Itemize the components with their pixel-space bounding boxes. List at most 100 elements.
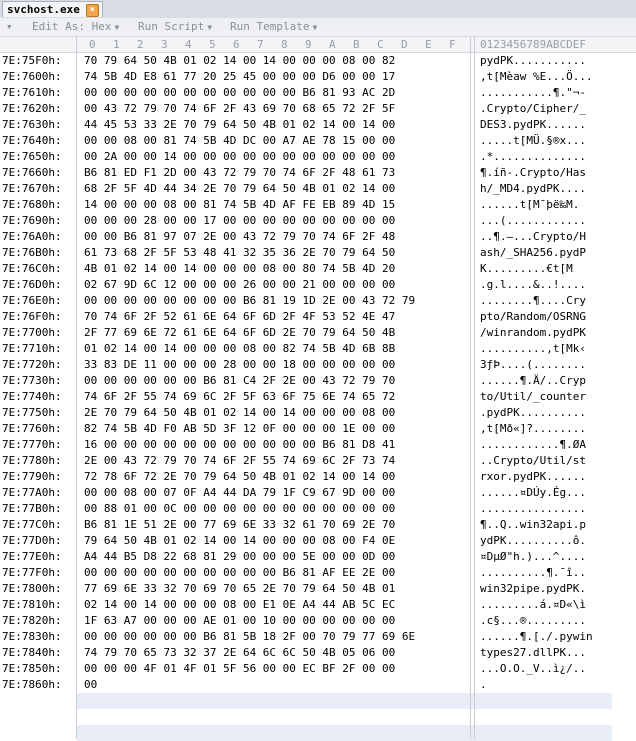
hex-row[interactable]: 7E:7620h: 00 43 72 79 70 74 6F 2F 43 69 7… — [0, 101, 636, 117]
hex-row[interactable]: 7E:77A0h: 00 00 08 00 07 0F A4 44 DA 79 1… — [0, 485, 636, 501]
row-hex-bytes[interactable]: 00 00 00 00 00 00 B6 81 C4 2F 2E 00 43 7… — [84, 373, 395, 389]
hex-row[interactable]: 7E:7710h: 01 02 14 00 14 00 00 00 08 00 8… — [0, 341, 636, 357]
row-hex-bytes[interactable]: 00 00 00 00 00 00 00 00 00 00 B6 81 AF E… — [84, 565, 395, 581]
run-template-menu[interactable]: Run Template ▼ — [230, 18, 317, 37]
row-ascii[interactable]: ydPK..........ô. — [480, 533, 586, 549]
row-ascii[interactable]: h/_MD4.pydPK.... — [480, 181, 586, 197]
row-ascii[interactable]: .Crypto/Cipher/_ — [480, 101, 586, 117]
file-tab[interactable]: svchost.exe × — [2, 1, 103, 17]
row-ascii[interactable]: ..Crypto/Util/st — [480, 453, 586, 469]
hex-row[interactable]: 7E:7660h: B6 81 ED F1 2D 00 43 72 79 70 7… — [0, 165, 636, 181]
hex-row[interactable]: 7E:76C0h: 4B 01 02 14 00 14 00 00 00 08 0… — [0, 261, 636, 277]
row-hex-bytes[interactable]: 01 02 14 00 14 00 00 00 08 00 82 74 5B 4… — [84, 341, 395, 357]
row-ascii[interactable]: ......¤DÚy.Ég... — [480, 485, 586, 501]
hex-row[interactable]: 7E:7830h: 00 00 00 00 00 00 B6 81 5B 18 2… — [0, 629, 636, 645]
row-hex-bytes[interactable]: 00 00 B6 81 97 07 2E 00 43 72 79 70 74 6… — [84, 229, 395, 245]
row-hex-bytes[interactable]: 00 — [84, 677, 97, 693]
row-ascii[interactable]: ......t[M¯þë‰M. — [480, 197, 579, 213]
row-hex-bytes[interactable]: 79 64 50 4B 01 02 14 00 14 00 00 00 08 0… — [84, 533, 395, 549]
row-hex-bytes[interactable]: 00 00 08 00 81 74 5B 4D DC 00 A7 AE 78 1… — [84, 133, 395, 149]
row-ascii[interactable]: ............¶.ØA — [480, 437, 586, 453]
row-hex-bytes[interactable]: A4 44 B5 D8 22 68 81 29 00 00 00 5E 00 0… — [84, 549, 395, 565]
row-ascii[interactable]: K.........€t[M — [480, 261, 579, 277]
row-ascii[interactable]: 3ƒÞ....(........ — [480, 357, 586, 373]
hex-row[interactable]: 7E:7790h: 72 78 6F 72 2E 70 79 64 50 4B 0… — [0, 469, 636, 485]
hex-row[interactable]: 7E:75F0h: 70 79 64 50 4B 01 02 14 00 14 0… — [0, 53, 636, 69]
hex-row[interactable]: 7E:76A0h: 00 00 B6 81 97 07 2E 00 43 72 7… — [0, 229, 636, 245]
row-ascii[interactable]: ,t[Mèaw %E...Ö... — [480, 69, 593, 85]
hex-row[interactable]: 7E:7850h: 00 00 00 4F 01 4F 01 5F 56 00 0… — [0, 661, 636, 677]
row-ascii[interactable]: types27.dllPK... — [480, 645, 586, 661]
row-ascii[interactable]: .g.l....&..!.... — [480, 277, 586, 293]
row-ascii[interactable]: ...(............ — [480, 213, 586, 229]
row-hex-bytes[interactable]: 4B 01 02 14 00 14 00 00 00 08 00 80 74 5… — [84, 261, 395, 277]
row-ascii[interactable]: ,t[Mð«]?........ — [480, 421, 586, 437]
row-ascii[interactable]: .....t[MÜ.§®x... — [480, 133, 586, 149]
hex-row[interactable]: 7E:7670h: 68 2F 5F 4D 44 34 2E 70 79 64 5… — [0, 181, 636, 197]
hex-row[interactable]: 7E:77D0h: 79 64 50 4B 01 02 14 00 14 00 0… — [0, 533, 636, 549]
row-ascii[interactable]: ..¶.—...Crypto/H — [480, 229, 586, 245]
hex-row[interactable]: 7E:7750h: 2E 70 79 64 50 4B 01 02 14 00 1… — [0, 405, 636, 421]
hex-row[interactable]: 7E:76F0h: 70 74 6F 2F 52 61 6E 64 6F 6D 2… — [0, 309, 636, 325]
hex-row[interactable]: 7E:7630h: 44 45 53 33 2E 70 79 64 50 4B 0… — [0, 117, 636, 133]
row-ascii[interactable]: . — [480, 677, 487, 693]
hex-row[interactable]: 7E:77E0h: A4 44 B5 D8 22 68 81 29 00 00 0… — [0, 549, 636, 565]
row-hex-bytes[interactable]: 82 74 5B 4D F0 AB 5D 3F 12 0F 00 00 00 1… — [84, 421, 395, 437]
hex-row[interactable]: 7E:7700h: 2F 77 69 6E 72 61 6E 64 6F 6D 2… — [0, 325, 636, 341]
row-hex-bytes[interactable]: 16 00 00 00 00 00 00 00 00 00 00 00 B6 8… — [84, 437, 395, 453]
row-ascii[interactable]: win32pipe.pydPK. — [480, 581, 586, 597]
row-ascii[interactable]: DES3.pydPK...... — [480, 117, 586, 133]
row-hex-bytes[interactable]: 74 79 70 65 73 32 37 2E 64 6C 6C 50 4B 0… — [84, 645, 395, 661]
row-hex-bytes[interactable]: 2F 77 69 6E 72 61 6E 64 6F 6D 2E 70 79 6… — [84, 325, 395, 341]
hex-row[interactable]: 7E:7690h: 00 00 00 28 00 00 17 00 00 00 0… — [0, 213, 636, 229]
edit-as-menu[interactable]: Edit As: Hex ▼ — [32, 18, 119, 37]
row-hex-bytes[interactable]: 02 67 9D 6C 12 00 00 00 26 00 00 21 00 0… — [84, 277, 395, 293]
hex-row[interactable]: 7E:7820h: 1F 63 A7 00 00 00 AE 01 00 10 0… — [0, 613, 636, 629]
row-hex-bytes[interactable]: 00 00 00 28 00 00 17 00 00 00 00 00 00 0… — [84, 213, 395, 229]
row-hex-bytes[interactable]: 61 73 68 2F 5F 53 48 41 32 35 36 2E 70 7… — [84, 245, 395, 261]
hex-row[interactable]: 7E:77F0h: 00 00 00 00 00 00 00 00 00 00 B… — [0, 565, 636, 581]
row-hex-bytes[interactable]: 1F 63 A7 00 00 00 AE 01 00 10 00 00 00 0… — [84, 613, 395, 629]
hex-row[interactable]: 7E:76D0h: 02 67 9D 6C 12 00 00 00 26 00 0… — [0, 277, 636, 293]
row-hex-bytes[interactable]: 2E 00 43 72 79 70 74 6F 2F 55 74 69 6C 2… — [84, 453, 395, 469]
hex-row[interactable]: 7E:77C0h: B6 81 1E 51 2E 00 77 69 6E 33 3… — [0, 517, 636, 533]
row-ascii[interactable]: ...........¶."¬- — [480, 85, 586, 101]
row-hex-bytes[interactable]: 00 00 00 4F 01 4F 01 5F 56 00 00 EC BF 2… — [84, 661, 395, 677]
row-hex-bytes[interactable]: 72 78 6F 72 2E 70 79 64 50 4B 01 02 14 0… — [84, 469, 395, 485]
row-hex-bytes[interactable]: 68 2F 5F 4D 44 34 2E 70 79 64 50 4B 01 0… — [84, 181, 395, 197]
row-ascii[interactable]: ................ — [480, 501, 586, 517]
hex-row[interactable]: 7E:7780h: 2E 00 43 72 79 70 74 6F 2F 55 7… — [0, 453, 636, 469]
hex-row[interactable]: 7E:7760h: 82 74 5B 4D F0 AB 5D 3F 12 0F 0… — [0, 421, 636, 437]
hex-row[interactable]: 7E:7800h: 77 69 6E 33 32 70 69 70 65 2E 7… — [0, 581, 636, 597]
row-ascii[interactable]: .*.............. — [480, 149, 586, 165]
row-hex-bytes[interactable]: 77 69 6E 33 32 70 69 70 65 2E 70 79 64 5… — [84, 581, 395, 597]
row-hex-bytes[interactable]: 2E 70 79 64 50 4B 01 02 14 00 14 00 00 0… — [84, 405, 395, 421]
row-hex-bytes[interactable]: 00 43 72 79 70 74 6F 2F 43 69 70 68 65 7… — [84, 101, 395, 117]
row-ascii[interactable]: ..........,t[Mk‹ — [480, 341, 586, 357]
row-hex-bytes[interactable]: B6 81 ED F1 2D 00 43 72 79 70 74 6F 2F 4… — [84, 165, 395, 181]
row-ascii[interactable]: to/Util/_counter — [480, 389, 586, 405]
row-ascii[interactable]: ¤DµØ"h.)...^.... — [480, 549, 586, 565]
row-hex-bytes[interactable]: B6 81 1E 51 2E 00 77 69 6E 33 32 61 70 6… — [84, 517, 395, 533]
row-hex-bytes[interactable]: 70 74 6F 2F 52 61 6E 64 6F 6D 2F 4F 53 5… — [84, 309, 395, 325]
row-ascii[interactable]: rxor.pydPK...... — [480, 469, 586, 485]
row-hex-bytes[interactable]: 74 6F 2F 55 74 69 6C 2F 5F 63 6F 75 6E 7… — [84, 389, 395, 405]
hex-row[interactable]: 7E:76B0h: 61 73 68 2F 5F 53 48 41 32 35 3… — [0, 245, 636, 261]
row-ascii[interactable]: .c§...®......... — [480, 613, 586, 629]
row-ascii[interactable]: ......¶.[./.pywin — [480, 629, 593, 645]
row-ascii[interactable]: /winrandom.pydPK — [480, 325, 586, 341]
hex-row[interactable]: 7E:7860h: 00. — [0, 677, 636, 693]
hex-row[interactable]: 7E:7640h: 00 00 08 00 81 74 5B 4D DC 00 A… — [0, 133, 636, 149]
row-ascii[interactable]: ¶.íñ-.Crypto/Has — [480, 165, 586, 181]
row-hex-bytes[interactable]: 02 14 00 14 00 00 00 08 00 E1 0E A4 44 A… — [84, 597, 395, 613]
row-ascii[interactable]: pto/Random/OSRNG — [480, 309, 586, 325]
hex-row[interactable]: 7E:7740h: 74 6F 2F 55 74 69 6C 2F 5F 63 6… — [0, 389, 636, 405]
hex-row[interactable]: 7E:7610h: 00 00 00 00 00 00 00 00 00 00 0… — [0, 85, 636, 101]
row-ascii[interactable]: ........¶....Cry — [480, 293, 586, 309]
row-ascii[interactable]: pydPK........... — [480, 53, 586, 69]
row-hex-bytes[interactable]: 33 83 DE 11 00 00 00 28 00 00 18 00 00 0… — [84, 357, 395, 373]
hex-row[interactable]: 7E:76E0h: 00 00 00 00 00 00 00 00 B6 81 1… — [0, 293, 636, 309]
hex-row[interactable]: 7E:7810h: 02 14 00 14 00 00 00 08 00 E1 0… — [0, 597, 636, 613]
row-hex-bytes[interactable]: 14 00 00 00 08 00 81 74 5B 4D AF FE EB 8… — [84, 197, 395, 213]
row-hex-bytes[interactable]: 44 45 53 33 2E 70 79 64 50 4B 01 02 14 0… — [84, 117, 395, 133]
